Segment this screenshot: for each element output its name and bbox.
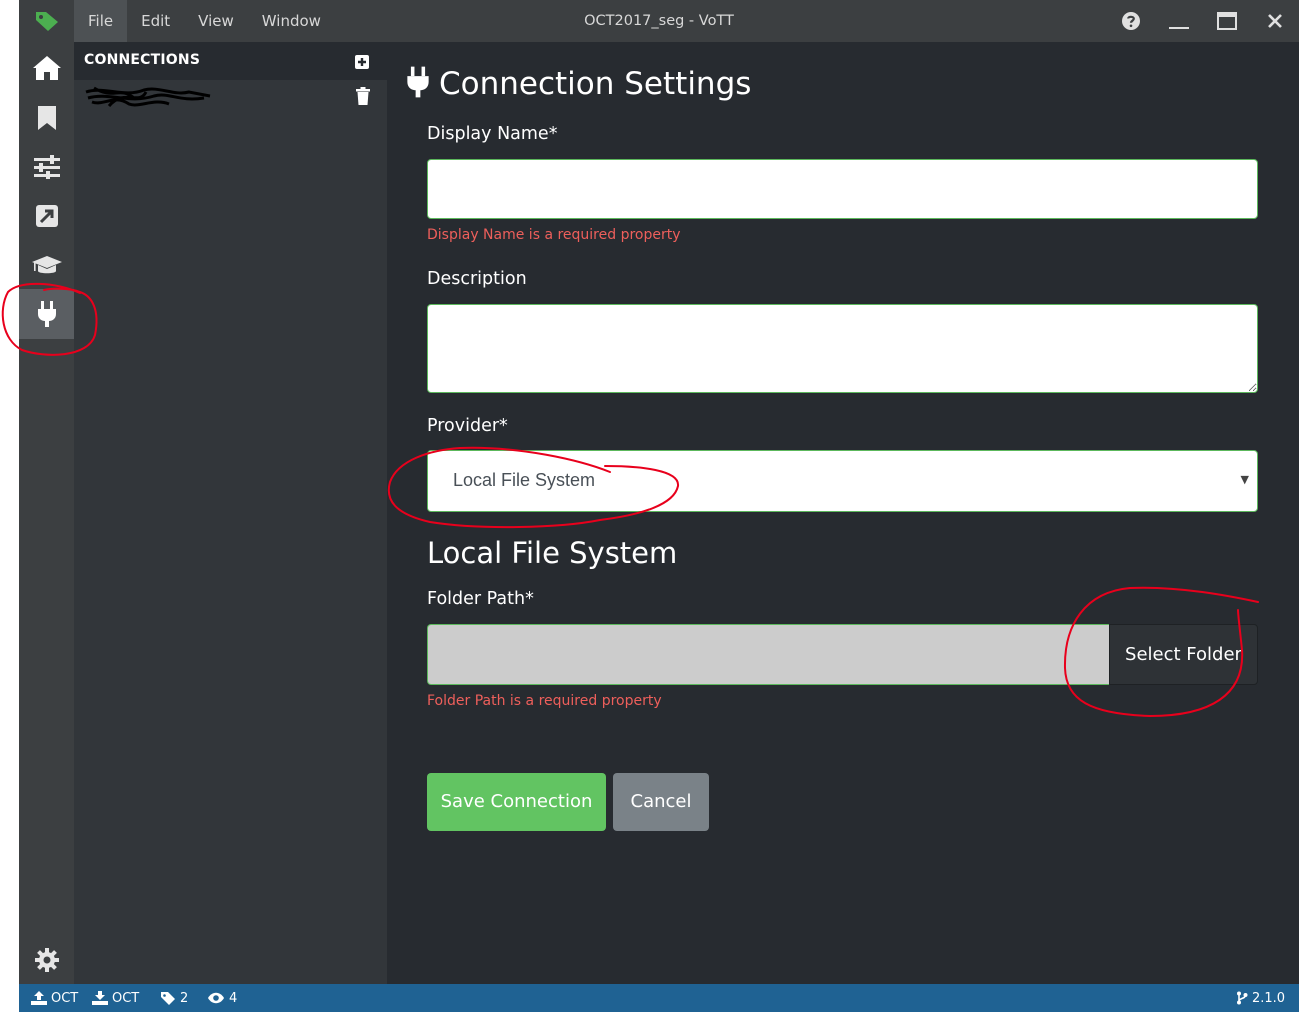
target-connection-label: OCT bbox=[112, 990, 140, 1006]
sidebar-title: CONNECTIONS bbox=[84, 52, 201, 68]
chevron-down-icon: ▼ bbox=[1240, 473, 1249, 486]
eye-icon bbox=[208, 992, 224, 1004]
display-name-error: Display Name is a required property bbox=[427, 227, 681, 243]
provider-select-value: Local File System bbox=[453, 470, 596, 490]
home-icon[interactable] bbox=[19, 43, 74, 93]
export-icon[interactable] bbox=[19, 191, 74, 241]
help-icon[interactable] bbox=[1107, 0, 1155, 42]
menu-view[interactable]: View bbox=[184, 0, 248, 42]
folder-path-error: Folder Path is a required property bbox=[427, 693, 662, 709]
minimize-button[interactable] bbox=[1155, 0, 1203, 42]
status-bar: OCT OCT 2 4 2.1.0 bbox=[19, 984, 1299, 1012]
cancel-button[interactable]: Cancel bbox=[613, 773, 709, 831]
provider-section-title: Local File System bbox=[427, 536, 678, 570]
download-icon bbox=[92, 991, 108, 1005]
source-connection-label: OCT bbox=[51, 990, 79, 1006]
connection-settings-panel: Connection Settings Display Name* Displa… bbox=[387, 42, 1299, 984]
plug-icon bbox=[405, 65, 431, 103]
sliders-icon[interactable] bbox=[19, 142, 74, 192]
connections-sidebar: CONNECTIONS bbox=[74, 42, 387, 984]
gear-icon[interactable] bbox=[19, 935, 74, 985]
plug-icon[interactable] bbox=[19, 289, 74, 339]
target-connection-status: OCT bbox=[92, 984, 139, 1012]
close-button[interactable] bbox=[1251, 0, 1299, 42]
description-textarea[interactable] bbox=[427, 304, 1258, 393]
version-label: 2.1.0 bbox=[1252, 990, 1286, 1006]
tag-icon bbox=[161, 992, 175, 1005]
display-name-input[interactable] bbox=[427, 159, 1258, 219]
menu-file[interactable]: File bbox=[74, 0, 128, 42]
maximize-button[interactable] bbox=[1203, 0, 1251, 42]
visited-count: 4 bbox=[229, 990, 238, 1006]
connection-list-item[interactable] bbox=[74, 80, 387, 114]
version-status: 2.1.0 bbox=[1236, 984, 1285, 1012]
graduation-cap-icon[interactable] bbox=[19, 240, 74, 290]
source-connection-status: OCT bbox=[31, 984, 78, 1012]
menu-bar: File Edit View Window bbox=[74, 0, 335, 42]
select-folder-button[interactable]: Select Folder bbox=[1109, 624, 1258, 685]
description-label: Description bbox=[427, 269, 527, 289]
vott-logo-icon bbox=[19, 0, 74, 42]
delete-connection-icon[interactable] bbox=[356, 87, 370, 105]
redacted-connection-name bbox=[84, 84, 214, 110]
page-title: Connection Settings bbox=[405, 62, 751, 106]
provider-label: Provider* bbox=[427, 416, 508, 436]
app-window: File Edit View Window OCT2017_seg - VoTT bbox=[19, 0, 1299, 1012]
page-title-text: Connection Settings bbox=[439, 66, 752, 102]
window-controls bbox=[1107, 0, 1299, 42]
add-connection-icon[interactable] bbox=[355, 54, 369, 69]
bookmark-icon[interactable] bbox=[19, 93, 74, 143]
code-branch-icon bbox=[1237, 991, 1248, 1005]
title-bar: File Edit View Window OCT2017_seg - VoTT bbox=[19, 0, 1299, 42]
menu-edit[interactable]: Edit bbox=[127, 0, 184, 42]
upload-icon bbox=[31, 991, 47, 1005]
visited-count-status: 4 bbox=[207, 984, 237, 1012]
folder-path-input[interactable] bbox=[427, 624, 1109, 685]
tags-count: 2 bbox=[180, 990, 189, 1006]
save-connection-button[interactable]: Save Connection bbox=[427, 773, 606, 831]
display-name-label: Display Name* bbox=[427, 124, 558, 144]
provider-select[interactable]: Local File System ▼ bbox=[427, 450, 1258, 512]
sidebar-header: CONNECTIONS bbox=[74, 42, 387, 80]
icon-bar bbox=[19, 42, 74, 984]
folder-path-label: Folder Path* bbox=[427, 589, 534, 609]
menu-window[interactable]: Window bbox=[248, 0, 335, 42]
tags-count-status: 2 bbox=[160, 984, 188, 1012]
